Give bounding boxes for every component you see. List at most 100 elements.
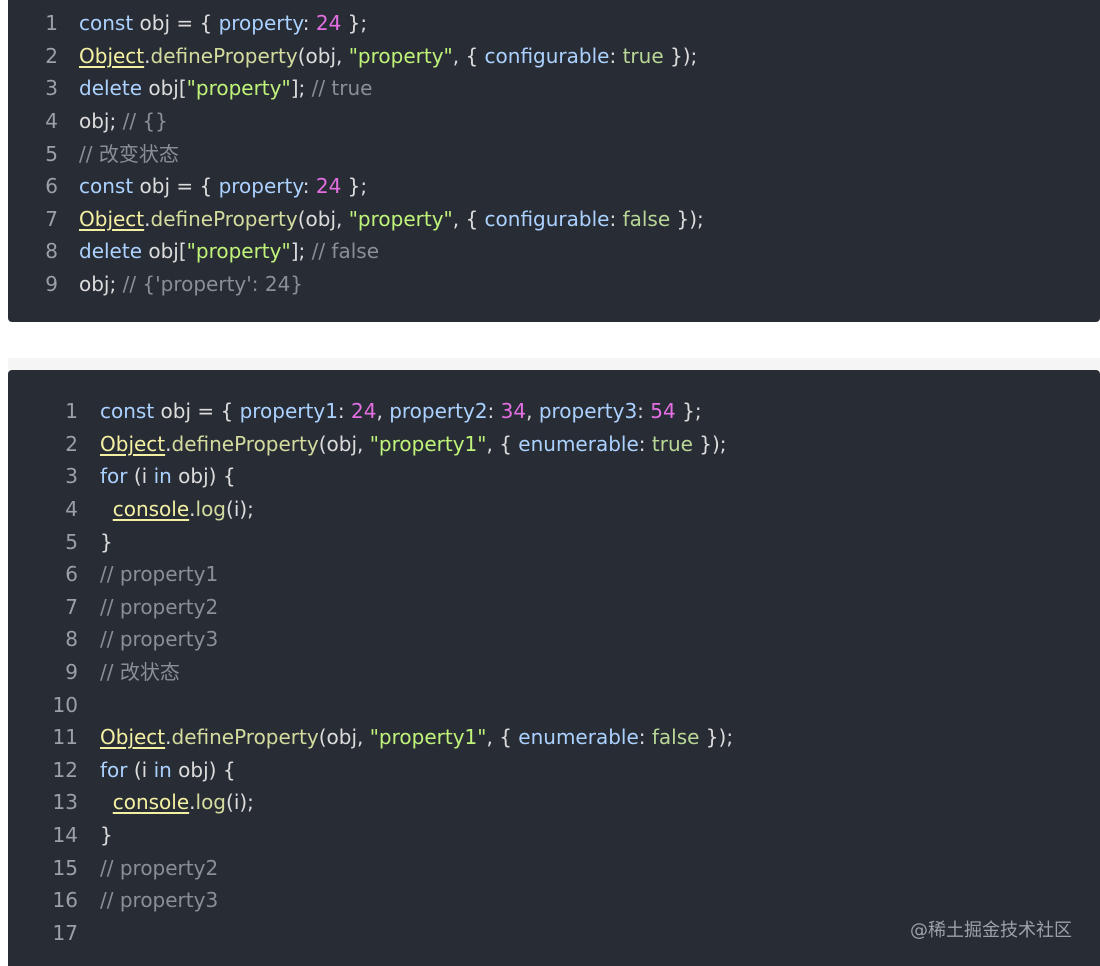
code-token: obj = {: [133, 11, 219, 36]
code-token: in: [153, 757, 172, 782]
code-line: 12 for (i in obj) {: [8, 754, 1100, 787]
code-line: 4 obj; // {}: [8, 105, 1100, 138]
code-content: const obj = { property1: 24, property2: …: [100, 395, 702, 427]
line-number: 17: [52, 920, 78, 945]
code-token: "property": [348, 43, 453, 68]
code-token: };: [341, 11, 368, 36]
code-token: configurable: [484, 43, 610, 68]
code-token: // 改变状态: [79, 141, 179, 166]
code-token: for: [100, 757, 128, 782]
code-content: delete obj["property"]; // false: [79, 235, 379, 267]
code-content: // property3: [100, 884, 218, 916]
line-number: 3: [65, 464, 78, 489]
code-line: 8 // property3: [8, 623, 1100, 656]
code-block-1: 1 const obj = { property: 24 }; 2 Object.de…: [8, 0, 1100, 322]
code-token: });: [692, 431, 727, 456]
code-token: // property3: [100, 627, 219, 652]
code-content: obj; // {'property': 24}: [79, 268, 303, 300]
code-content: // property1: [100, 558, 218, 590]
code-token: Object: [100, 725, 166, 750]
code-token: console: [112, 790, 190, 815]
code-token: , {: [486, 725, 519, 750]
code-token: :: [637, 399, 651, 424]
code-token: (i);: [226, 790, 254, 815]
code-token: (obj,: [297, 206, 349, 231]
code-token: delete: [79, 239, 143, 264]
code-content: const obj = { property: 24 };: [79, 170, 367, 202]
code-token: obj[: [142, 239, 187, 264]
code-token: ];: [290, 76, 312, 101]
code-token: defineProperty: [171, 431, 319, 456]
code-token: (obj,: [318, 431, 370, 456]
code-token: true: [622, 43, 664, 68]
code-token: log: [195, 790, 227, 815]
line-number: 7: [45, 206, 58, 231]
code-token: (i: [127, 464, 154, 489]
code-token: const: [79, 174, 134, 199]
code-token: "property": [348, 206, 453, 231]
code-content: for (i in obj) {: [100, 754, 236, 786]
line-number: 14: [52, 823, 78, 848]
code-line: 11 Object.defineProperty(obj, "property1"…: [8, 721, 1100, 754]
code-token: // property1: [100, 562, 219, 587]
code-token: // property2: [100, 855, 219, 880]
code-token: enumerable: [518, 431, 639, 456]
code-token: (obj,: [318, 725, 370, 750]
code-token: enumerable: [518, 725, 639, 750]
code-token: obj) {: [171, 464, 236, 489]
code-token: }: [100, 823, 113, 848]
code-line: 6 // property1: [8, 558, 1100, 591]
code-line: 1 const obj = { property1: 24, property2:…: [8, 395, 1100, 428]
line-number: 12: [52, 757, 78, 782]
code-token: obj) {: [171, 757, 236, 782]
line-number: 4: [65, 497, 78, 522]
code-token: 54: [650, 399, 676, 424]
code-token: };: [675, 399, 702, 424]
code-token: obj = {: [154, 399, 240, 424]
line-number: 5: [65, 529, 78, 554]
code-token: 24: [315, 174, 342, 199]
code-line: 5 // 改变状态: [8, 137, 1100, 170]
code-token: obj = {: [133, 174, 219, 199]
code-content: Object.defineProperty(obj, "property1", …: [100, 428, 727, 460]
code-token: property: [218, 11, 303, 36]
line-number: 9: [45, 272, 58, 297]
code-line: 7 // property2: [8, 591, 1100, 624]
code-token: });: [699, 725, 734, 750]
code-token: console: [112, 497, 190, 522]
code-token: :: [487, 399, 501, 424]
code-content: console.log(i);: [100, 493, 254, 525]
line-number: 2: [45, 43, 58, 68]
code-content: Object.defineProperty(obj, "property", {…: [79, 40, 697, 72]
code-token: obj[: [142, 76, 187, 101]
code-token: 34: [500, 399, 527, 424]
code-token: // 改状态: [100, 660, 180, 685]
code-block-2: 1 const obj = { property1: 24, property2:…: [8, 370, 1100, 966]
code-token: "property": [186, 239, 291, 264]
code-token: property: [218, 174, 303, 199]
code-token: :: [302, 174, 316, 199]
code-token: , {: [452, 206, 485, 231]
line-number: 8: [45, 239, 58, 264]
code-token: });: [663, 43, 698, 68]
code-line: 10: [8, 688, 1100, 721]
code-token: :: [638, 431, 652, 456]
line-number: 7: [65, 594, 78, 619]
code-token: };: [341, 174, 368, 199]
code-token: in: [153, 464, 172, 489]
code-token: defineProperty: [150, 206, 298, 231]
code-line: 3 delete obj["property"]; // true: [8, 72, 1100, 105]
line-number: 2: [65, 431, 78, 456]
code-token: ,: [526, 399, 539, 424]
code-token: // {}: [122, 109, 168, 134]
code-content: for (i in obj) {: [100, 460, 236, 492]
code-token: :: [638, 725, 652, 750]
code-line: 2 Object.defineProperty(obj, "property", …: [8, 40, 1100, 73]
code-token: Object: [79, 43, 145, 68]
code-token: false: [651, 725, 700, 750]
code-content: }: [100, 526, 113, 558]
code-token: "property1": [369, 725, 487, 750]
code-line: 6 const obj = { property: 24 };: [8, 170, 1100, 203]
